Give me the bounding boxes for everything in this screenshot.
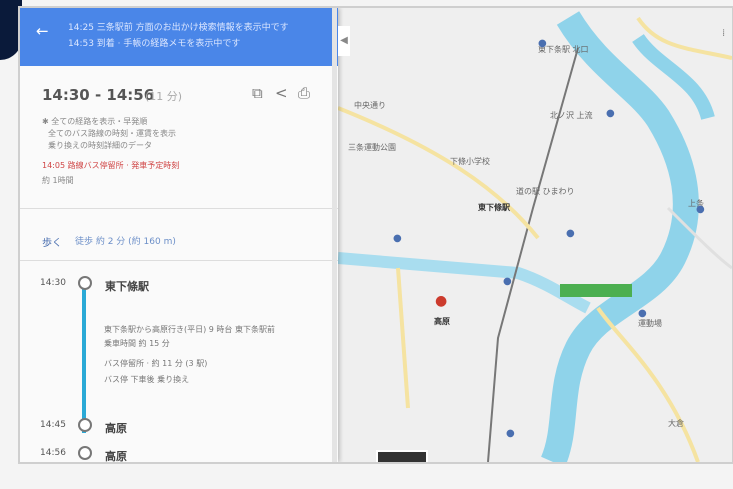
route-note: 14:05 路線バス停留所 · 発車予定時刻 <box>42 161 180 170</box>
divider <box>20 260 338 261</box>
walk-icon: 歩く <box>42 238 62 249</box>
header-to: 14:53 到着 · 手帳の経路メモを表示中です <box>68 39 241 49</box>
header-from: 14:25 三条駅前 方面のお出かけ検索情報を表示中です <box>68 23 289 33</box>
timeline-time: 14:56 <box>40 448 66 458</box>
share-icon[interactable]: < <box>275 84 288 102</box>
map-view[interactable]: 東下条駅 北口 北ノ沢 上流 中央通り 三条運動公園 下條小学校 東下條駅 高原… <box>338 8 732 462</box>
stop-dot-icon <box>78 446 92 460</box>
timeline-detail: 東下条駅から高原行き(平日) 9 時台 東下条駅前 <box>104 325 275 334</box>
timeline-time: 14:30 <box>40 278 66 288</box>
walk-text[interactable]: 徒歩 約 2 分 (約 160 m) <box>75 234 176 247</box>
map-label-station: 東下條駅 <box>478 203 510 212</box>
map-label: 中央通り <box>354 101 386 110</box>
print-icon[interactable]: ⎙ <box>298 84 310 102</box>
timeline-stop[interactable]: 高原 <box>105 420 127 436</box>
timeline-detail: バス停留所 · 約 11 分 (3 駅) <box>104 359 208 368</box>
timeline-detail: 乗車時間 約 15 分 <box>104 339 170 348</box>
timeline-stop[interactable]: 高原 <box>105 448 127 462</box>
timeline-time: 14:45 <box>40 420 66 430</box>
stop-dot-icon <box>78 276 92 290</box>
road <box>338 106 540 240</box>
transit-line <box>82 278 86 433</box>
trip-time: 14:30 - 14:56 <box>42 86 155 104</box>
directions-panel: ← 14:25 三条駅前 方面のお出かけ検索情報を表示中です 14:53 到着 … <box>20 8 338 462</box>
creek <box>338 252 591 314</box>
map-label: 道の駅 ひまわり <box>516 187 575 196</box>
divider <box>20 208 338 209</box>
route-note: 約 1時間 <box>42 176 74 185</box>
map-label: 高原 <box>434 317 450 326</box>
device-frame: ← 14:25 三条駅前 方面のお出かけ検索情報を表示中です 14:53 到着 … <box>0 0 733 489</box>
stop-dot-icon <box>78 418 92 432</box>
poi-marker-icon[interactable]: ● <box>538 38 547 49</box>
poi-marker-icon[interactable]: ● <box>506 428 515 439</box>
map-label: 三条運動公園 <box>348 143 396 152</box>
poi-marker-icon[interactable]: ● <box>393 233 402 244</box>
back-arrow-icon[interactable]: ← <box>36 22 49 40</box>
route-note: 乗り換えの時刻詳細のデータ <box>48 141 152 150</box>
poi-marker-icon[interactable]: ● <box>696 204 705 215</box>
map-settings-icon[interactable]: ⁞ <box>722 28 725 39</box>
route-note: 全てのバス路線の時刻・運賃を表示 <box>48 129 176 138</box>
directions-header: ← 14:25 三条駅前 方面のお出かけ検索情報を表示中です 14:53 到着 … <box>20 8 338 66</box>
panel-scrollbar[interactable] <box>332 8 337 462</box>
park-area <box>560 284 632 297</box>
road <box>596 306 700 462</box>
poi-marker-icon[interactable]: ● <box>606 108 615 119</box>
poi-marker-icon[interactable]: ● <box>566 228 575 239</box>
collapse-panel-button[interactable]: ◀ <box>338 26 350 56</box>
timeline-stop[interactable]: 東下條駅 <box>105 278 149 294</box>
route-note: ✱ 全ての経路を表示・早発順 <box>42 117 148 126</box>
map-label: 北ノ沢 上流 <box>550 111 593 120</box>
map-label: 運動場 <box>638 319 662 328</box>
map-label: 下條小学校 <box>450 157 490 166</box>
poi-marker-icon[interactable]: ● <box>638 308 647 319</box>
copy-icon[interactable]: ⧉ <box>252 84 263 102</box>
satellite-toggle-thumbnail[interactable] <box>376 450 428 462</box>
road <box>396 267 410 409</box>
timeline-detail: バス停 下車後 乗り換え <box>104 375 190 384</box>
poi-marker-icon[interactable]: ● <box>503 276 512 287</box>
trip-duration: (11 分) <box>145 90 183 103</box>
destination-pin-icon[interactable]: ● <box>435 293 447 309</box>
app-screen: ← 14:25 三条駅前 方面のお出かけ検索情報を表示中です 14:53 到着 … <box>18 6 733 464</box>
map-label: 大倉 <box>668 419 684 428</box>
